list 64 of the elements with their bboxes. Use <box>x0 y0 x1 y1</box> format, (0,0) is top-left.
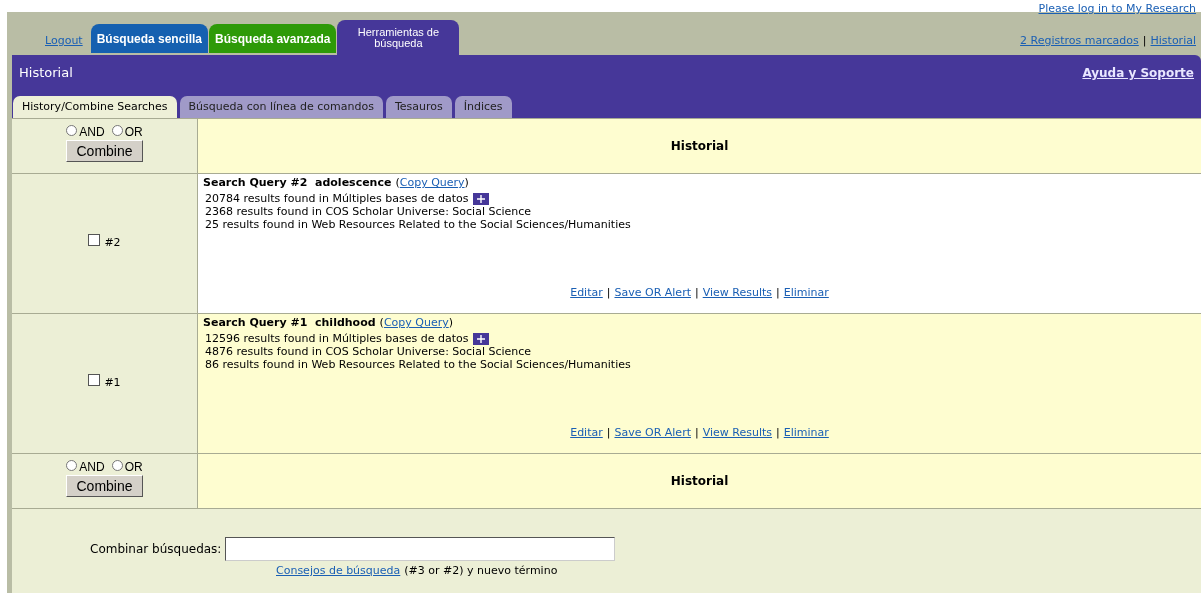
result-count-text: 86 results found in Web Resources Related to the Social Sciences/Humanities <box>205 358 631 371</box>
query-checkbox[interactable] <box>88 373 101 386</box>
copy-query-link[interactable]: Copy Query <box>399 176 465 189</box>
or-label: OR <box>124 125 143 139</box>
query-title: Search Query #2 adolescence <box>203 176 392 189</box>
query-title: Search Query #1 childhood <box>203 316 376 329</box>
action-link[interactable]: View Results <box>702 426 772 439</box>
combine-input-field[interactable] <box>225 537 616 561</box>
expand-plus-icon[interactable] <box>472 332 489 345</box>
radio-button[interactable] <box>66 460 78 471</box>
separator: | <box>606 286 611 299</box>
combine-label: Combinar búsquedas: <box>90 541 222 558</box>
result-count-text: 2368 results found in COS Scholar Universe: Social Science <box>205 205 532 218</box>
sub-tab[interactable]: History/Combine Searches <box>13 96 177 118</box>
separator: | <box>1142 32 1147 49</box>
result-count-text: 25 results found in Web Resources Related to the Social Sciences/Humanities <box>205 218 631 231</box>
and-label: AND <box>79 125 105 139</box>
copy-query-link[interactable]: Copy Query <box>383 316 449 329</box>
action-link[interactable]: Eliminar <box>783 286 829 299</box>
paren: ( <box>379 316 384 329</box>
login-link[interactable]: Please log in to My Research <box>1038 3 1196 15</box>
or-label: OR <box>124 460 143 474</box>
history-heading: Historial <box>670 138 729 155</box>
logout-link[interactable]: Logout <box>45 32 83 49</box>
action-link[interactable]: Editar <box>570 426 603 439</box>
separator: | <box>694 426 699 439</box>
separator: | <box>694 286 699 299</box>
radio-button[interactable] <box>111 460 123 471</box>
sub-tab[interactable]: Índices <box>454 96 512 118</box>
action-link[interactable]: Editar <box>570 286 603 299</box>
paren: ) <box>448 316 454 329</box>
search-tab[interactable]: Búsqueda sencilla <box>90 24 209 55</box>
separator: | <box>606 426 611 439</box>
sub-tab[interactable]: Tesauros <box>385 96 452 118</box>
page-title: Historial <box>19 64 73 83</box>
result-count-text: 4876 results found in COS Scholar Universe: Social Science <box>205 345 532 358</box>
history-heading: Historial <box>670 473 729 490</box>
action-link[interactable]: View Results <box>702 286 772 299</box>
result-count-text: 20784 results found in Múltiples bases de datos <box>205 192 469 205</box>
query-checkbox[interactable] <box>88 233 101 246</box>
query-number: #1 <box>104 375 121 392</box>
radio-button[interactable] <box>66 125 78 136</box>
separator: | <box>776 286 780 299</box>
expand-plus-icon[interactable] <box>472 192 489 205</box>
combine-hint: (#3 or #2) y nuevo término <box>404 563 558 579</box>
action-link[interactable]: Save OR Alert <box>614 426 691 439</box>
query-number: #2 <box>104 235 121 252</box>
radio-button[interactable] <box>111 125 123 136</box>
and-label: AND <box>79 460 105 474</box>
marked-records-link[interactable]: 2 Registros marcados <box>1020 32 1139 49</box>
action-link[interactable]: Eliminar <box>783 426 829 439</box>
combine-button[interactable]: Combine <box>66 140 143 162</box>
paren: ) <box>464 176 469 189</box>
separator: | <box>776 426 780 439</box>
paren: ( <box>395 176 400 189</box>
help-link[interactable]: Ayuda y Soporte <box>1082 64 1194 82</box>
result-count-text: 12596 results found in Múltiples bases de datos <box>205 332 469 345</box>
action-link[interactable]: Save OR Alert <box>614 286 691 299</box>
search-tab[interactable]: Herramientas de búsqueda <box>337 20 460 55</box>
history-link[interactable]: Historial <box>1150 32 1196 49</box>
sub-tab[interactable]: Búsqueda con línea de comandos <box>179 96 383 118</box>
combine-button[interactable]: Combine <box>66 475 143 497</box>
search-tips-link[interactable]: Consejos de búsqueda <box>276 563 401 580</box>
search-tab[interactable]: Búsqueda avanzada <box>209 24 337 55</box>
